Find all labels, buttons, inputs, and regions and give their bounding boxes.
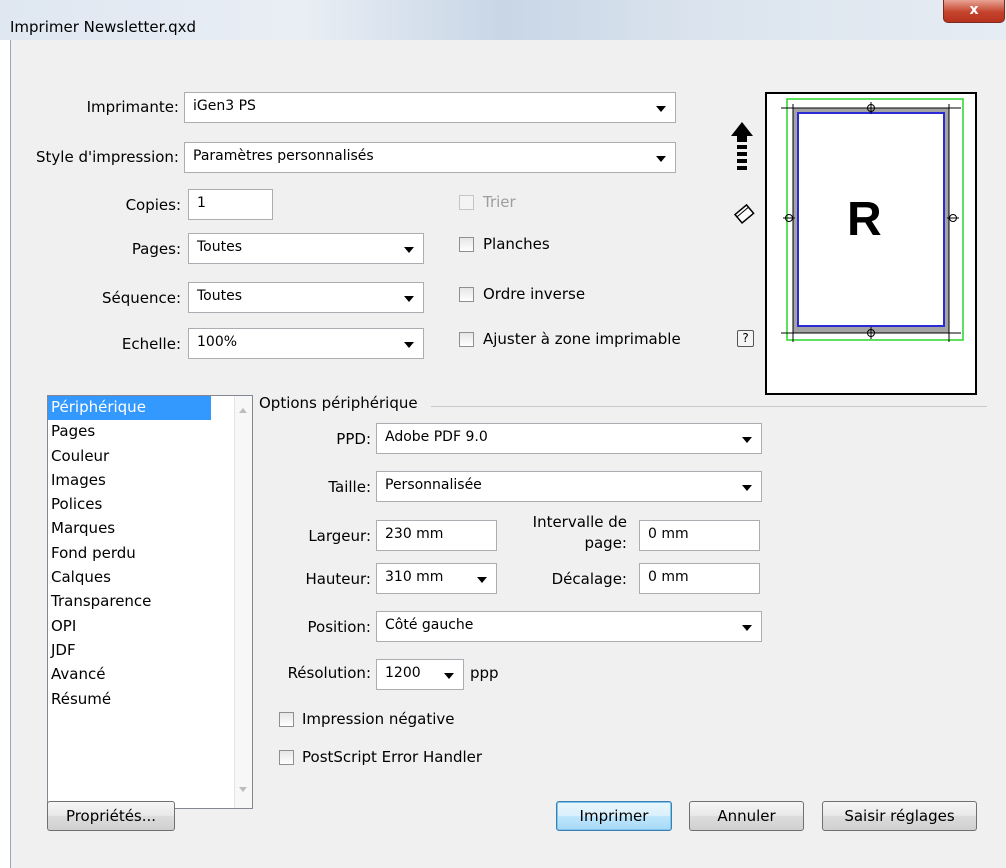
copies-label: Copies: — [125, 196, 181, 214]
close-button[interactable]: x — [943, 0, 1005, 23]
category-item[interactable]: JDF — [48, 639, 211, 663]
resolution-select[interactable]: 1200 — [376, 659, 464, 690]
sequence-select[interactable]: Toutes — [188, 282, 424, 313]
ppd-select[interactable]: Adobe PDF 9.0 — [376, 423, 762, 454]
category-item[interactable]: Polices — [48, 493, 211, 517]
group-divider — [431, 406, 987, 407]
size-select[interactable]: Personnalisée — [376, 471, 762, 502]
print-style-label: Style d'impression: — [36, 148, 179, 166]
category-item[interactable]: Périphérique — [48, 396, 211, 421]
category-item[interactable]: Fond perdu — [48, 542, 211, 566]
scroll-up-icon[interactable] — [239, 408, 247, 413]
properties-button[interactable]: Propriétés... — [47, 801, 175, 831]
resolution-unit: ppp — [470, 664, 499, 682]
title-bar: Imprimer Newsletter.qxd x — [0, 0, 1006, 40]
device-options-title: Options périphérique — [259, 394, 418, 412]
position-select[interactable]: Côté gauche — [376, 611, 762, 642]
cancel-button[interactable]: Annuler — [689, 801, 804, 831]
ps-error-handler-checkbox[interactable] — [279, 750, 294, 765]
category-item[interactable]: Marques — [48, 517, 211, 541]
pages-select[interactable]: Toutes — [188, 233, 424, 264]
ps-error-handler-label: PostScript Error Handler — [302, 748, 483, 766]
print-style-select[interactable]: Paramètres personnalisés — [184, 142, 676, 173]
fit-printable-label: Ajuster à zone imprimable — [483, 330, 681, 348]
negative-print-checkbox[interactable] — [279, 712, 294, 727]
page-preview: R — [765, 92, 977, 395]
position-label: Position: — [307, 618, 371, 636]
spreads-checkbox[interactable] — [459, 237, 474, 252]
scale-select[interactable]: 100% — [188, 328, 424, 359]
category-item[interactable]: Calques — [48, 566, 211, 590]
print-dialog: Imprimante: iGen3 PS Style d'impression:… — [10, 40, 1006, 868]
capture-settings-button[interactable]: Saisir réglages — [822, 801, 977, 831]
copies-input[interactable]: 1 — [188, 189, 273, 220]
negative-print-label: Impression négative — [302, 710, 455, 728]
reverse-order-label: Ordre inverse — [483, 285, 586, 303]
print-button[interactable]: Imprimer — [556, 801, 672, 831]
resolution-label: Résolution: — [287, 664, 371, 682]
collate-label: Trier — [483, 193, 516, 211]
category-item[interactable]: Résumé — [48, 688, 211, 712]
page-gap-label-line2: page: — [584, 534, 627, 552]
category-item[interactable]: Pages — [48, 420, 211, 444]
spreads-label: Planches — [483, 235, 550, 253]
page-gap-input[interactable]: 0 mm — [639, 520, 760, 551]
printer-label: Imprimante: — [86, 98, 179, 116]
offset-label: Décalage: — [551, 570, 627, 588]
reverse-order-checkbox[interactable] — [459, 287, 474, 302]
pages-label: Pages: — [131, 240, 181, 258]
sequence-label: Séquence: — [101, 289, 181, 307]
page-gap-label-line1: Intervalle de — [532, 513, 627, 531]
category-item[interactable]: Images — [48, 469, 211, 493]
preview-help-button[interactable]: ? — [737, 330, 754, 347]
page-orientation-arrow-icon — [731, 122, 753, 170]
ppd-label: PPD: — [336, 430, 371, 448]
printer-select[interactable]: iGen3 PS — [184, 92, 676, 123]
category-item[interactable]: OPI — [48, 615, 211, 639]
fit-printable-checkbox[interactable] — [459, 332, 474, 347]
preview-letter: R — [847, 193, 882, 246]
paper-feed-icon — [733, 203, 755, 225]
scroll-down-icon[interactable] — [239, 787, 247, 792]
category-item[interactable]: Couleur — [48, 445, 211, 469]
window-title: Imprimer Newsletter.qxd — [10, 18, 197, 36]
category-item[interactable]: Transparence — [48, 590, 211, 614]
width-label: Largeur: — [308, 527, 371, 545]
category-item[interactable]: Avancé — [48, 663, 211, 687]
offset-input[interactable]: 0 mm — [639, 563, 760, 594]
width-input[interactable]: 230 mm — [376, 520, 497, 551]
size-label: Taille: — [328, 478, 371, 496]
height-select[interactable]: 310 mm — [376, 563, 497, 594]
scale-label: Echelle: — [121, 335, 181, 353]
category-list-scrollbar[interactable] — [234, 396, 252, 808]
category-list[interactable]: Périphérique Pages Couleur Images Polices Mar… — [47, 395, 253, 809]
height-label: Hauteur: — [305, 570, 371, 588]
collate-checkbox[interactable] — [459, 195, 474, 210]
